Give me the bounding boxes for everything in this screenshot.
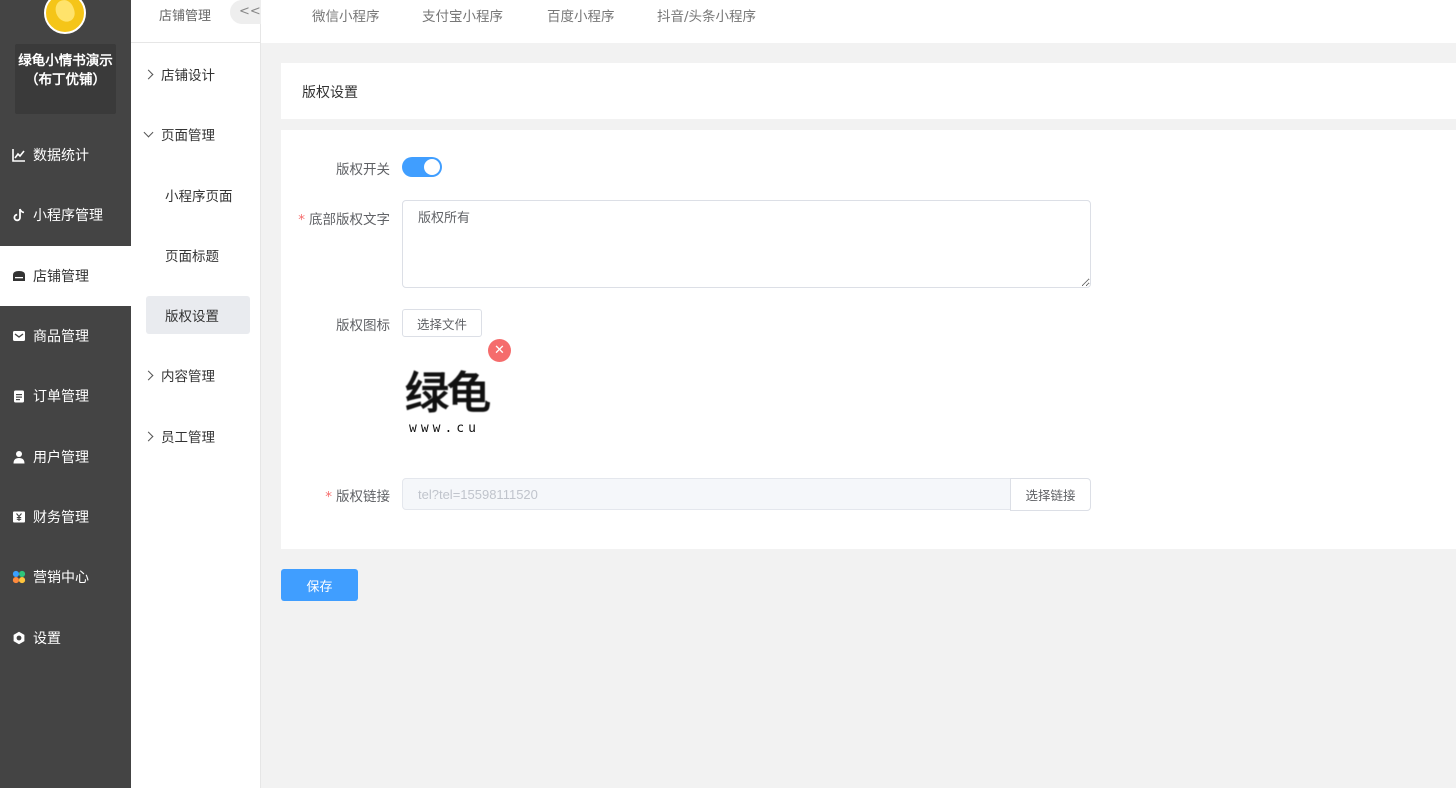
user-icon [12, 450, 26, 464]
copyright-form: 版权开关 * 底部版权文字 版权所有 版权图标 选择文件 绿龟 www.cu ✕ … [281, 130, 1456, 549]
copyright-link-label: * 版权链接 [325, 485, 390, 505]
footer-text-field[interactable]: 版权所有 [402, 200, 1091, 288]
shop-icon [12, 269, 26, 283]
tab-alipay[interactable]: 支付宝小程序 [422, 5, 503, 25]
logo-small-text: www.cu [409, 421, 480, 436]
sidebar-item-label: 用户管理 [33, 449, 89, 466]
sub-item-page-title[interactable]: 页面标题 [146, 236, 250, 274]
panel-header: 版权设置 [281, 63, 1456, 119]
goods-box-icon [12, 329, 26, 343]
sub-group-label: 页面管理 [161, 128, 215, 144]
sidebar-item-goods[interactable]: 商品管理 [0, 306, 131, 366]
sidebar-item-label: 小程序管理 [33, 208, 103, 225]
sub-group-content-management[interactable]: 内容管理 [131, 357, 261, 393]
sub-sidebar-header: 店铺管理 << [131, 0, 261, 43]
collapse-sidebar-button[interactable]: << [230, 0, 261, 24]
sidebar-item-label: 数据统计 [33, 148, 89, 165]
tab-douyin[interactable]: 抖音/头条小程序 [657, 5, 756, 25]
sidebar-item-shop[interactable]: 店铺管理 [0, 245, 131, 306]
marketing-icon [12, 570, 26, 584]
gear-icon [12, 631, 26, 645]
sub-group-staff-management[interactable]: 员工管理 [131, 418, 261, 454]
sub-item-copyright-settings[interactable]: 版权设置 [146, 296, 250, 334]
sub-group-label: 员工管理 [161, 430, 215, 446]
sidebar-item-label: 设置 [33, 630, 61, 647]
yen-icon [12, 510, 26, 524]
required-asterisk: * [298, 212, 305, 228]
shop-avatar[interactable] [44, 0, 86, 34]
choose-file-button[interactable]: 选择文件 [402, 309, 482, 337]
sidebar-item-marketing[interactable]: 营销中心 [0, 547, 131, 607]
sidebar-item-miniprogram[interactable]: 小程序管理 [0, 185, 131, 245]
sub-group-label: 内容管理 [161, 369, 215, 385]
copyright-link-field [402, 478, 1011, 510]
main-sidebar: 绿龟小情书演示（布丁优铺） 数据统计 小程序管理 店铺管理 商品管理 订单管理 … [0, 0, 131, 788]
switch-knob [424, 159, 440, 175]
copyright-switch[interactable] [402, 157, 442, 177]
choose-link-button[interactable]: 选择链接 [1010, 478, 1091, 511]
logo-big-text: 绿龟 [405, 368, 491, 419]
sidebar-item-label: 商品管理 [33, 329, 89, 346]
sub-sidebar-title: 店铺管理 [159, 9, 212, 24]
copyright-icon-label: 版权图标 [336, 318, 390, 334]
required-asterisk: * [325, 489, 332, 505]
sidebar-item-settings[interactable]: 设置 [0, 607, 131, 667]
chevron-down-icon [143, 127, 154, 137]
chevron-right-icon [143, 431, 154, 441]
copyright-link-label-text: 版权链接 [336, 489, 390, 505]
sidebar-item-finance[interactable]: 财务管理 [0, 487, 131, 547]
copyright-switch-label: 版权开关 [336, 162, 390, 178]
footer-text-label-text: 底部版权文字 [309, 212, 390, 228]
copyright-icon-preview: 绿龟 www.cu [402, 352, 502, 442]
sidebar-item-label: 订单管理 [33, 389, 89, 406]
platform-tabs: 微信小程序 支付宝小程序 百度小程序 抖音/头条小程序 [261, 0, 1456, 43]
tiktok-icon [12, 208, 26, 222]
sidebar-item-users[interactable]: 用户管理 [0, 426, 131, 486]
tab-baidu[interactable]: 百度小程序 [547, 5, 615, 25]
sub-group-page-management[interactable]: 页面管理 [131, 116, 261, 152]
sub-group-label: 店铺设计 [161, 68, 215, 84]
sidebar-item-label: 营销中心 [33, 570, 89, 587]
save-button[interactable]: 保存 [281, 569, 358, 601]
chevron-right-icon [143, 370, 154, 380]
clipboard-icon [12, 389, 26, 403]
tab-wechat[interactable]: 微信小程序 [312, 5, 380, 25]
sidebar-item-data-stats[interactable]: 数据统计 [0, 125, 131, 185]
page-title: 版权设置 [302, 85, 358, 101]
close-icon[interactable]: ✕ [488, 339, 511, 362]
chevron-right-icon [143, 69, 154, 79]
sidebar-item-label: 财务管理 [33, 509, 89, 526]
main-menu: 数据统计 小程序管理 店铺管理 商品管理 订单管理 用户管理 财务管理 营销中心… [0, 125, 131, 668]
sub-item-miniprogram-pages[interactable]: 小程序页面 [146, 176, 250, 214]
sidebar-item-label: 店铺管理 [33, 268, 89, 285]
sidebar-item-orders[interactable]: 订单管理 [0, 366, 131, 426]
sub-group-shop-design[interactable]: 店铺设计 [131, 56, 261, 92]
footer-text-label: * 底部版权文字 [298, 208, 390, 228]
shop-name: 绿龟小情书演示（布丁优铺） [15, 44, 116, 114]
chart-line-icon [12, 148, 26, 162]
sub-sidebar: 店铺管理 << 店铺设计 页面管理 小程序页面 页面标题 版权设置 内容管理 员… [131, 0, 261, 788]
